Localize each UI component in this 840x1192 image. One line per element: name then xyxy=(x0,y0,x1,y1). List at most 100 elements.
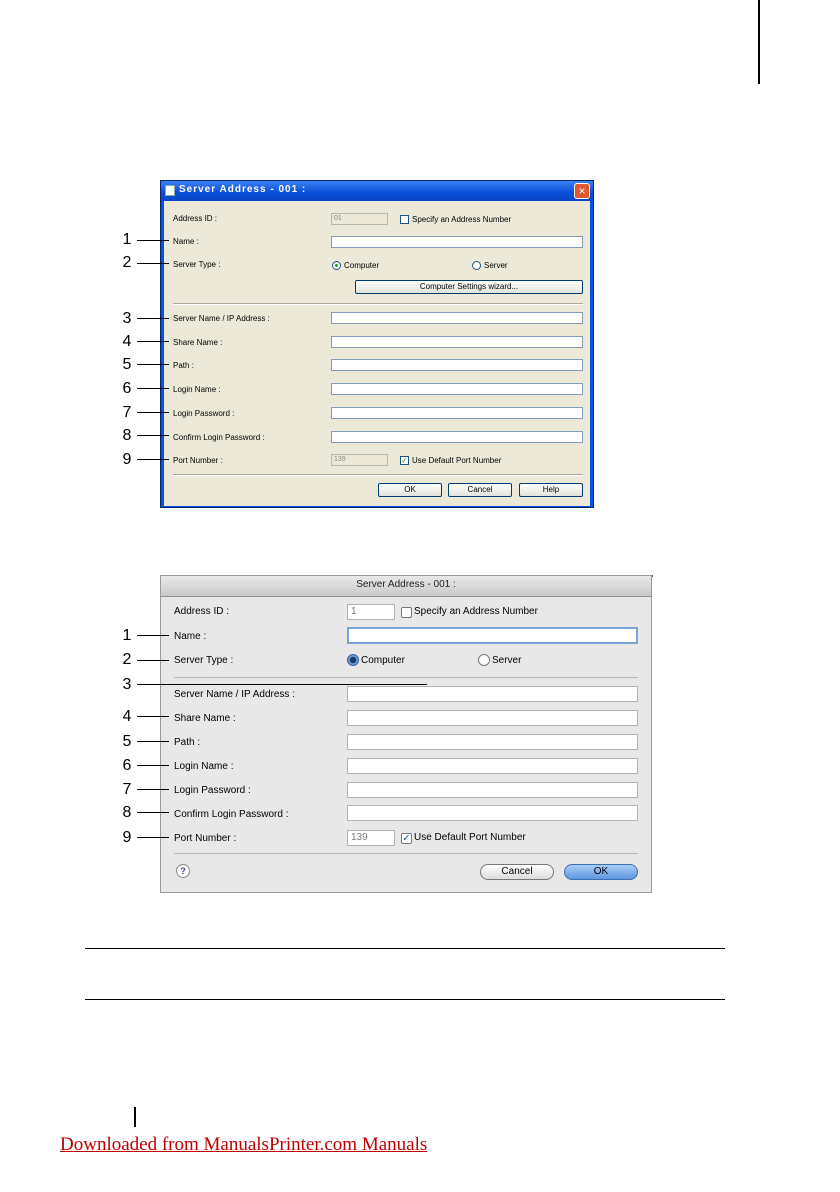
name-field[interactable] xyxy=(347,627,638,644)
cancel-button[interactable]: Cancel xyxy=(448,483,512,497)
login-name-label: Login Name : xyxy=(174,761,234,772)
server-name-field[interactable] xyxy=(347,686,638,702)
close-icon[interactable]: × xyxy=(574,183,590,199)
dialog-body: Address ID : 01 Specify an Address Numbe… xyxy=(164,201,590,506)
page-margin-rule xyxy=(758,0,760,84)
computer-radio[interactable] xyxy=(347,654,359,666)
specify-address-checkbox[interactable] xyxy=(401,607,412,618)
login-password-field[interactable] xyxy=(347,782,638,798)
use-default-port-checkbox[interactable]: ✓ xyxy=(400,456,409,465)
callout-line xyxy=(137,837,169,838)
server-name-label: Server Name / IP Address : xyxy=(173,314,270,323)
callout-line xyxy=(137,812,169,813)
callout-line xyxy=(137,388,169,389)
callout-line xyxy=(137,635,169,636)
use-default-port-label: Use Default Port Number xyxy=(412,456,502,465)
callout-line xyxy=(137,263,169,264)
name-label: Name : xyxy=(173,237,199,246)
callout-line xyxy=(137,435,169,436)
footer-download-link[interactable]: Downloaded from ManualsPrinter.com Manua… xyxy=(60,1134,427,1156)
port-number-field[interactable]: 139 xyxy=(347,830,395,846)
callout-line xyxy=(137,765,169,766)
server-radio[interactable] xyxy=(472,261,481,270)
ok-button[interactable]: OK xyxy=(564,864,638,880)
path-field[interactable] xyxy=(331,359,583,371)
help-icon[interactable]: ? xyxy=(176,864,190,878)
separator xyxy=(174,853,638,854)
separator xyxy=(173,474,583,476)
path-label: Path : xyxy=(173,361,194,370)
port-number-label: Port Number : xyxy=(173,456,223,465)
dialog-title: Server Address - 001 : xyxy=(356,579,456,590)
mac-server-address-dialog: Server Address - 001 : Address ID : 1 Sp… xyxy=(160,575,652,893)
share-name-label: Share Name : xyxy=(173,338,223,347)
confirm-password-field[interactable] xyxy=(331,431,583,443)
callout-number: 3 xyxy=(122,676,132,693)
name-label: Name : xyxy=(174,631,207,642)
login-name-field[interactable] xyxy=(331,383,583,395)
callout-number: 4 xyxy=(122,333,132,350)
callout-line xyxy=(137,660,169,661)
server-name-field[interactable] xyxy=(331,312,583,324)
login-name-field[interactable] xyxy=(347,758,638,774)
callout-line xyxy=(137,240,169,241)
login-password-field[interactable] xyxy=(331,407,583,419)
app-icon xyxy=(165,185,175,196)
share-name-label: Share Name : xyxy=(174,713,236,724)
callout-line xyxy=(137,318,169,319)
callout-number: 7 xyxy=(122,781,132,798)
ok-button[interactable]: OK xyxy=(378,483,442,497)
page-number-bar xyxy=(134,1107,136,1127)
port-number-field[interactable]: 139 xyxy=(331,454,388,466)
callout-line xyxy=(137,716,169,717)
dialog-title-bar[interactable]: Server Address - 001 : × xyxy=(161,181,593,201)
server-radio-label: Server xyxy=(492,655,522,666)
computer-radio-label: Computer xyxy=(344,261,380,270)
confirm-password-field[interactable] xyxy=(347,805,638,821)
address-id-field[interactable]: 1 xyxy=(347,604,395,620)
callout-number: 3 xyxy=(122,310,132,327)
callout-number: 6 xyxy=(122,380,132,397)
server-name-label: Server Name / IP Address : xyxy=(174,689,295,700)
dialog-title-bar[interactable]: Server Address - 001 : xyxy=(161,576,651,597)
callout-number: 8 xyxy=(122,804,132,821)
cancel-button[interactable]: Cancel xyxy=(480,864,554,880)
computer-radio[interactable] xyxy=(332,261,341,270)
name-field[interactable] xyxy=(331,236,583,248)
server-type-label: Server Type : xyxy=(173,260,221,269)
callout-line xyxy=(137,741,169,742)
callout-number: 1 xyxy=(122,627,132,644)
port-number-label: Port Number : xyxy=(174,833,237,844)
address-id-field[interactable]: 01 xyxy=(331,213,388,225)
computer-settings-wizard-button[interactable]: Computer Settings wizard... xyxy=(355,280,583,294)
callout-number: 2 xyxy=(122,651,132,668)
confirm-password-label: Confirm Login Password : xyxy=(173,433,265,442)
help-button[interactable]: Help xyxy=(519,483,583,497)
specify-address-label: Specify an Address Number xyxy=(412,215,512,224)
share-name-field[interactable] xyxy=(331,336,583,348)
path-field[interactable] xyxy=(347,734,638,750)
callout-number: 9 xyxy=(122,451,132,468)
separator xyxy=(174,677,638,678)
share-name-field[interactable] xyxy=(347,710,638,726)
callout-number: 2 xyxy=(122,254,132,271)
login-password-label: Login Password : xyxy=(174,785,251,796)
confirm-password-label: Confirm Login Password : xyxy=(174,809,289,820)
separator xyxy=(173,303,583,305)
callout-line xyxy=(137,684,427,685)
callout-line xyxy=(137,789,169,790)
login-name-label: Login Name : xyxy=(173,385,221,394)
address-id-label: Address ID : xyxy=(174,606,230,617)
callout-number: 1 xyxy=(122,231,132,248)
callout-number: 4 xyxy=(122,708,132,725)
callout-number: 9 xyxy=(122,829,132,846)
note-rule-top xyxy=(85,948,725,949)
address-id-label: Address ID : xyxy=(173,214,218,223)
specify-address-label: Specify an Address Number xyxy=(414,606,538,617)
use-default-port-checkbox[interactable]: ✓ xyxy=(401,833,412,844)
login-password-label: Login Password : xyxy=(173,409,235,418)
server-radio[interactable] xyxy=(478,654,490,666)
callout-number: 7 xyxy=(122,404,132,421)
callout-number: 6 xyxy=(122,757,132,774)
specify-address-checkbox[interactable] xyxy=(400,215,409,224)
